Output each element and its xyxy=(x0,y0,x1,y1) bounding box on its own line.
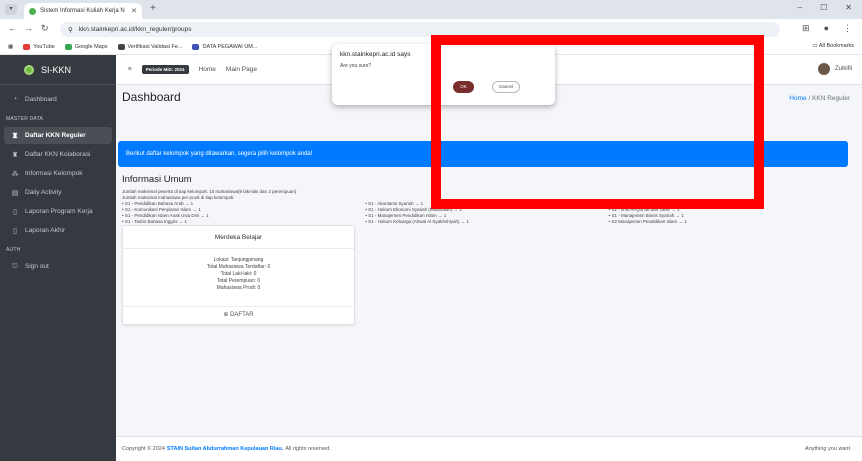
sidebar-item-sign-out[interactable]: ⎋ Sign out xyxy=(4,258,112,275)
calendar-icon: ▤ xyxy=(11,189,19,197)
bookmark-google-maps[interactable]: Google Maps xyxy=(64,44,108,50)
dialog-title: kkn.stainkepri.ac.id says xyxy=(340,51,411,58)
user-icon: ♜ xyxy=(11,151,19,159)
sidebar: SI-KKN ◔ Dashboard MASTER DATA ♜ Daftar … xyxy=(0,55,116,461)
document-icon: ▯ xyxy=(13,227,17,235)
periode-badge: Periode MiD: 2024 xyxy=(141,65,189,74)
group-card: Merdeka Belajar Lokasi: Tanjungpinang To… xyxy=(122,225,355,325)
extensions-icon[interactable]: ⊞ xyxy=(802,23,810,34)
apps-icon[interactable]: ▦ xyxy=(8,44,13,50)
brand-link[interactable]: SI-KKN xyxy=(0,55,116,85)
breadcrumb-current: KKN Reguler xyxy=(812,95,850,102)
user-name: Zulkifli xyxy=(834,66,852,72)
card-mahasiswa-prodi: Mahasiswa Prodi: 0 xyxy=(216,285,261,291)
site-icon xyxy=(192,44,200,50)
sidebar-item-daily-activity[interactable]: ▤ Daily Activity xyxy=(4,184,112,201)
nav-link-main-page[interactable]: Main Page xyxy=(226,66,257,73)
forward-icon[interactable]: → xyxy=(24,23,33,33)
section-title: Informasi Umum xyxy=(122,174,192,185)
page-title: Dashboard xyxy=(122,90,181,104)
document-icon: ▯ xyxy=(13,208,17,216)
dialog-message: Are you sure? xyxy=(340,63,372,69)
card-lokasi: Lokasi: Tanjungpinang xyxy=(213,257,264,263)
browser-tab[interactable]: Sistem Informasi Kuliah Kerja N ✕ xyxy=(24,3,142,19)
url-text: kkn.stainkepri.ac.id/kkn_reguler/groups xyxy=(78,26,192,33)
browser-tab-bar: ▾ Sistem Informasi Kuliah Kerja N ✕ + – … xyxy=(0,0,862,19)
footer: Copyright © 2024 STAIN Sultan Abdurrahma… xyxy=(116,436,862,461)
reload-icon[interactable]: ↻ xyxy=(41,23,49,34)
list-item: • S1 - Hukum Keluarga (Ahwal Al Syakhshi… xyxy=(365,219,469,224)
user-icon: ♜ xyxy=(11,132,19,140)
site-favicon-icon xyxy=(29,7,36,15)
prodi-column: • S1 - Pendidikan Bahasa Arab → 1 • S1 -… xyxy=(122,201,365,225)
profile-icon[interactable]: ● xyxy=(824,23,829,34)
daftar-button[interactable]: ⊕ DAFTAR xyxy=(123,307,354,324)
footer-org-link[interactable]: STAIN Sultan Abdurrahman Kepulauan Riau. xyxy=(167,446,283,452)
tab-title: Sistem Informasi Kuliah Kerja N xyxy=(40,8,125,14)
group-icon: ⁂ xyxy=(11,170,19,178)
sidebar-item-laporan-akhir[interactable]: ▯ Laporan Akhir xyxy=(4,222,112,239)
nav-header-auth: AUTH xyxy=(6,247,21,253)
window-controls: – ☐ ✕ xyxy=(798,3,852,12)
card-body: Lokasi: Tanjungpinang Total Mahasiswa Te… xyxy=(123,249,354,307)
sidebar-item-dashboard[interactable]: ◔ Dashboard xyxy=(4,91,112,108)
bookmark-verifikasi[interactable]: Verifikasi Validasi Fe... xyxy=(117,44,182,50)
card-total-laki: Total Laki-laki: 0 xyxy=(220,271,257,277)
hamburger-menu-icon[interactable]: ≡ xyxy=(128,66,132,73)
new-tab-button[interactable]: + xyxy=(150,3,156,14)
bookmark-data-pegawai[interactable]: DATA PEGAWAI UM... xyxy=(192,44,257,50)
dashboard-icon: ◔ xyxy=(12,96,18,103)
maps-icon xyxy=(64,44,72,50)
sidebar-item-informasi-kelompok[interactable]: ⁂ Informasi Kelompok xyxy=(4,165,112,182)
site-info-icon[interactable]: ⚲ xyxy=(68,26,73,34)
brand-name: SI-KKN xyxy=(41,64,72,75)
back-icon[interactable]: ← xyxy=(8,23,17,33)
list-item: • S2 Manajemen Pendidikan Islam → 1 xyxy=(608,219,687,224)
bookmark-youtube[interactable]: YouTube xyxy=(23,44,55,50)
card-total-mahasiswa: Total Mahasiswa Terdaftar: 0 xyxy=(206,264,271,270)
maximize-icon[interactable]: ☐ xyxy=(820,3,827,12)
breadcrumb-home[interactable]: Home xyxy=(789,95,806,102)
tab-menu-button[interactable]: ▾ xyxy=(5,4,17,15)
brand-logo-icon xyxy=(24,64,34,75)
sidebar-nav: ◔ Dashboard MASTER DATA ♜ Daftar KKN Reg… xyxy=(0,85,116,275)
close-window-icon[interactable]: ✕ xyxy=(845,3,852,12)
card-total-perempuan: Total Perempuan: 0 xyxy=(216,278,261,284)
minimize-icon[interactable]: – xyxy=(798,3,802,12)
toolbar-icons: ⊞ ● ⋮ xyxy=(802,23,852,34)
breadcrumb: Home / KKN Reguler xyxy=(789,95,850,102)
sidebar-item-daftar-kkn-reguler[interactable]: ♜ Daftar KKN Reguler xyxy=(4,127,112,144)
nav-link-home[interactable]: Home xyxy=(199,66,216,73)
circle-plus-icon: ⊕ xyxy=(223,312,229,318)
site-icon xyxy=(117,44,125,50)
youtube-icon xyxy=(23,44,31,50)
sidebar-item-daftar-kkn-kolaborasi[interactable]: ♜ Daftar KKN Kolaborasi xyxy=(4,146,112,163)
close-tab-icon[interactable]: ✕ xyxy=(131,7,137,15)
footer-right-text: Anything you want xyxy=(805,446,850,452)
all-bookmarks-button[interactable]: ▭ All Bookmarks xyxy=(812,43,854,49)
highlight-box xyxy=(431,35,764,209)
avatar xyxy=(817,63,830,75)
nav-header-master-data: MASTER DATA xyxy=(6,116,44,122)
card-title: Merdeka Belajar xyxy=(123,226,354,249)
menu-icon[interactable]: ⋮ xyxy=(843,23,852,34)
user-menu[interactable]: Zulkifli xyxy=(817,63,852,75)
sidebar-item-laporan-program-kerja[interactable]: ▯ Laporan Program Kerja xyxy=(4,203,112,220)
signout-icon: ⎋ xyxy=(12,262,18,270)
